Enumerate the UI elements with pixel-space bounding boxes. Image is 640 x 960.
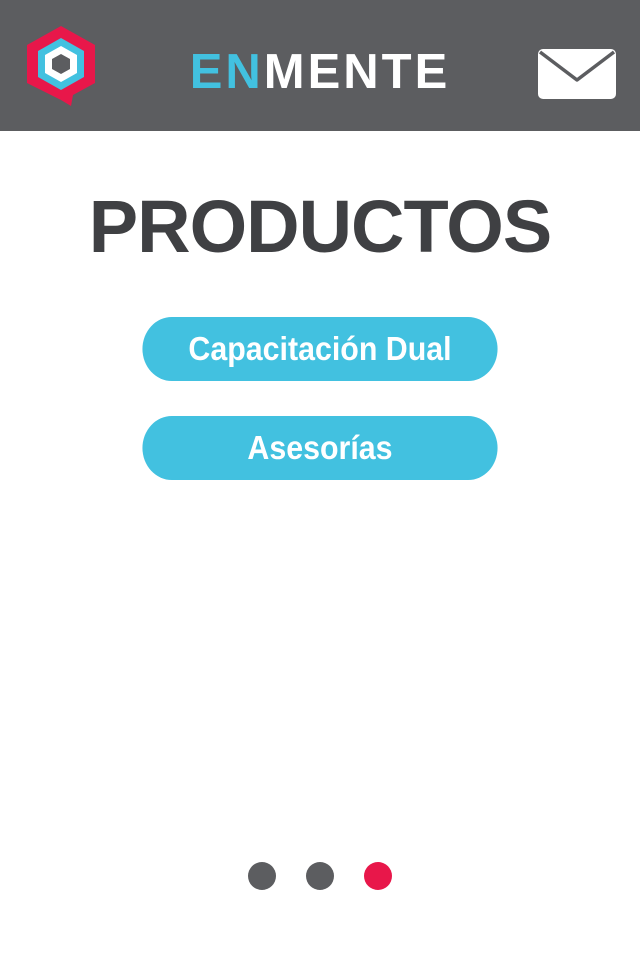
page-dot-3[interactable] [364,862,392,890]
asesorias-button[interactable]: Asesorías [142,416,498,480]
mail-button[interactable] [537,48,617,100]
envelope-icon [538,49,616,99]
page-indicator [0,862,640,890]
products-screen: ENMENTE PRODUCTOS Capacitación Dual Ases… [0,0,640,960]
capacitacion-dual-button[interactable]: Capacitación Dual [142,317,498,381]
app-header: ENMENTE [0,0,640,131]
page-dot-1[interactable] [248,862,276,890]
page-title: PRODUCTOS [88,185,552,268]
page-dot-2[interactable] [306,862,334,890]
brand-part-mente: MENTE [263,45,451,99]
brand-part-en: EN [189,45,264,99]
